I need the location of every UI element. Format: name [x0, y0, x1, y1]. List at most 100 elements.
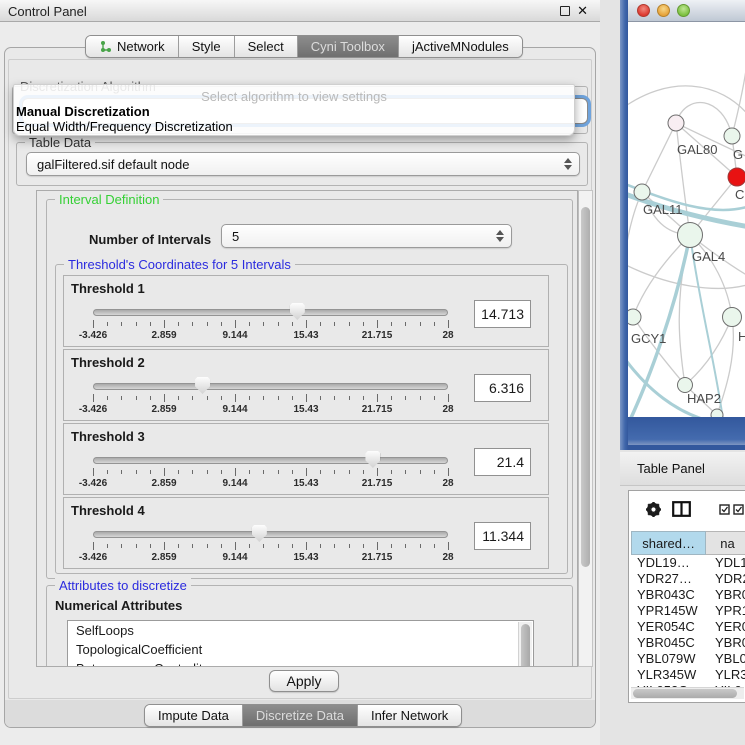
- cell-shared-name[interactable]: YER054C: [631, 619, 707, 635]
- table-row[interactable]: YBR043CYBR0: [631, 587, 745, 603]
- list-scrollbar-thumb[interactable]: [521, 624, 530, 667]
- column-header-shared-name[interactable]: shared…: [631, 531, 706, 555]
- table-row[interactable]: YDL19…YDL1: [631, 555, 745, 571]
- network-node[interactable]: [634, 184, 650, 200]
- network-node[interactable]: [678, 223, 703, 248]
- number-of-intervals-label: Number of Intervals: [89, 232, 211, 247]
- slider-thumb[interactable]: [365, 451, 380, 468]
- table-row[interactable]: YBL079WYBL0: [631, 651, 745, 667]
- cell-name[interactable]: YER0: [707, 619, 745, 635]
- threshold-3-value-field[interactable]: 21.4: [474, 448, 531, 476]
- apply-button[interactable]: Apply: [269, 670, 339, 692]
- tab-impute-data-label: Impute Data: [158, 708, 229, 723]
- tick-mark: [235, 394, 236, 402]
- tick-mark: [420, 544, 421, 548]
- cell-name[interactable]: YDR2: [707, 571, 745, 587]
- network-window-frame: [628, 417, 745, 445]
- threshold-1-value-field[interactable]: 14.713: [474, 300, 531, 328]
- slider-thumb[interactable]: [290, 303, 305, 320]
- cell-name[interactable]: YBL0: [707, 651, 745, 667]
- tab-infer-network[interactable]: Infer Network: [358, 705, 461, 726]
- cell-shared-name[interactable]: YBL079W: [631, 651, 707, 667]
- slider-track[interactable]: [93, 531, 448, 538]
- threshold-2-value-field[interactable]: 6.316: [474, 374, 531, 402]
- checked-checkbox-icon[interactable]: [719, 504, 730, 515]
- table-data-combobox[interactable]: galFiltered.sif default node: [26, 152, 580, 176]
- gear-icon[interactable]: [645, 501, 662, 518]
- network-node[interactable]: [628, 309, 641, 325]
- scale-label: 21.715: [362, 478, 393, 489]
- table-row[interactable]: YBR045CYBR0: [631, 635, 745, 651]
- network-nodes[interactable]: [628, 115, 745, 417]
- tab-select[interactable]: Select: [235, 36, 298, 57]
- table-row[interactable]: YER054CYER0: [631, 619, 745, 635]
- list-item[interactable]: SelfLoops: [68, 621, 533, 640]
- tab-jactivemnodules[interactable]: jActiveMNodules: [399, 36, 522, 57]
- cell-name[interactable]: YBR0: [707, 635, 745, 651]
- close-icon[interactable]: ✕: [577, 3, 588, 19]
- network-node[interactable]: [724, 128, 740, 144]
- network-node[interactable]: [668, 115, 684, 131]
- table-row[interactable]: YLR345WYLR3: [631, 667, 745, 683]
- scale-label: 2.859: [151, 478, 176, 489]
- column-header-name[interactable]: na: [706, 531, 745, 555]
- columns-icon[interactable]: [672, 501, 691, 517]
- tick-mark: [263, 322, 264, 326]
- list-scrollbar[interactable]: [518, 622, 532, 667]
- cell-shared-name[interactable]: YBR043C: [631, 587, 707, 603]
- settings-scrollbar[interactable]: [578, 190, 593, 667]
- list-item[interactable]: BetweennessCentrality: [68, 659, 533, 667]
- threshold-4-label: Threshold 4: [71, 503, 145, 518]
- table-row[interactable]: YDR27…YDR2: [631, 571, 745, 587]
- tick-mark: [363, 396, 364, 400]
- scale-label: 21.715: [362, 330, 393, 341]
- cell-shared-name[interactable]: YLR345W: [631, 667, 707, 683]
- network-node-selected[interactable]: [728, 168, 745, 186]
- cell-name[interactable]: YLR3: [707, 667, 745, 683]
- tab-style[interactable]: Style: [179, 36, 235, 57]
- tab-discretize-data[interactable]: Discretize Data: [243, 705, 358, 726]
- tick-mark: [292, 470, 293, 474]
- slider-track[interactable]: [93, 457, 448, 464]
- cell-shared-name[interactable]: YPR145W: [631, 603, 707, 619]
- list-item[interactable]: TopologicalCoefficient: [68, 640, 533, 659]
- float-window-icon[interactable]: [560, 6, 570, 16]
- network-view-window[interactable]: GAL80 G GAL11 C GAL4 GCY1 H HAP2: [620, 0, 745, 450]
- table-horizontal-scrollbar[interactable]: [631, 687, 744, 699]
- cell-name[interactable]: YDL1: [707, 555, 745, 571]
- close-traffic-light-icon[interactable]: [637, 4, 650, 17]
- tab-cyni-toolbox[interactable]: Cyni Toolbox: [298, 36, 399, 57]
- tab-network[interactable]: Network: [86, 36, 179, 57]
- settings-scrollbar-thumb[interactable]: [581, 207, 590, 567]
- scale-label: 15.43: [293, 478, 318, 489]
- slider-thumb[interactable]: [252, 525, 267, 542]
- table-row[interactable]: YPR145WYPR1: [631, 603, 745, 619]
- network-node[interactable]: [723, 308, 742, 327]
- menu-item-manual-discretization[interactable]: Manual Discretization: [16, 104, 150, 119]
- network-canvas[interactable]: GAL80 G GAL11 C GAL4 GCY1 H HAP2: [628, 22, 745, 417]
- menu-item-equal-width-frequency[interactable]: Equal Width/Frequency Discretization: [16, 119, 233, 134]
- tick-mark: [150, 470, 151, 474]
- cell-name[interactable]: YBR0: [707, 587, 745, 603]
- zoom-traffic-light-icon[interactable]: [677, 4, 690, 17]
- cell-shared-name[interactable]: YBR045C: [631, 635, 707, 651]
- table-horizontal-scrollbar-thumb[interactable]: [633, 689, 737, 698]
- cell-name[interactable]: YPR1: [707, 603, 745, 619]
- tick-mark: [363, 544, 364, 548]
- minimize-traffic-light-icon[interactable]: [657, 4, 670, 17]
- checked-checkbox-icon[interactable]: [733, 504, 744, 515]
- tab-impute-data[interactable]: Impute Data: [145, 705, 243, 726]
- tick-mark: [320, 544, 321, 548]
- slider-track[interactable]: [93, 383, 448, 390]
- cell-shared-name[interactable]: YDR27…: [631, 571, 707, 587]
- number-of-intervals-combobox[interactable]: 5: [221, 224, 512, 248]
- slider-track[interactable]: [93, 309, 448, 316]
- tick-mark: [363, 470, 364, 474]
- cell-shared-name[interactable]: YDL19…: [631, 555, 707, 571]
- network-node[interactable]: [711, 409, 723, 417]
- tick-mark: [207, 544, 208, 548]
- slider-thumb[interactable]: [195, 377, 210, 394]
- threshold-4-value-field[interactable]: 11.344: [474, 522, 531, 550]
- network-window-titlebar[interactable]: [628, 0, 745, 22]
- tick-mark: [136, 322, 137, 326]
